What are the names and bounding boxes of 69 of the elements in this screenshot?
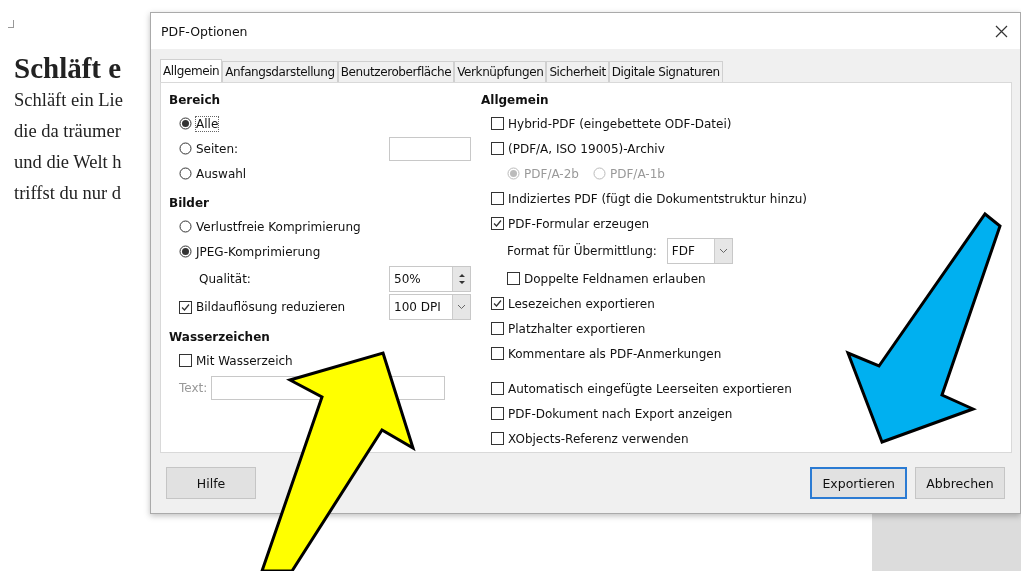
- option-label: JPEG-Komprimierung: [196, 244, 321, 259]
- field-label: Text:: [179, 381, 208, 395]
- option-label: Automatisch eingefügte Leerseiten exportieren: [508, 381, 792, 396]
- checkbox[interactable]: [491, 192, 504, 205]
- window-title: PDF-Optionen: [161, 23, 248, 39]
- option-label: Doppelte Feldnamen erlauben: [524, 271, 706, 286]
- radio-button[interactable]: [179, 167, 192, 180]
- checkbox[interactable]: [179, 300, 192, 314]
- tab[interactable]: Benutzeroberfläche: [337, 61, 455, 82]
- checkbox[interactable]: [507, 272, 520, 285]
- format-select[interactable]: FDF: [666, 238, 733, 264]
- document-text-line: die da träumer: [14, 120, 122, 143]
- checkbox[interactable]: [491, 407, 504, 420]
- option-label: Kommentare als PDF-Anmerkungen: [508, 346, 722, 361]
- quality-spinbox[interactable]: 50%: [389, 266, 471, 292]
- resolution-select[interactable]: 100 DPI: [389, 294, 471, 320]
- option-label: (PDF/A, ISO 19005)-Archiv: [508, 141, 665, 156]
- document-heading: Schläft e: [14, 52, 123, 85]
- section-heading: Wasserzeichen: [169, 329, 271, 346]
- tab[interactable]: Digitale Signaturen: [608, 61, 723, 82]
- tab[interactable]: Sicherheit: [546, 61, 609, 82]
- option-label: Alle: [196, 116, 219, 131]
- option-label: PDF/A-1b: [609, 166, 665, 181]
- option-label: PDF/A-2b: [524, 166, 579, 181]
- option-label: Seiten:: [196, 141, 239, 156]
- option-label: Mit Wasserzeich: [196, 353, 293, 368]
- option-label: Bildauflösung reduzieren: [196, 300, 346, 314]
- field-label: Format für Übermittlung:: [507, 244, 657, 258]
- checkbox[interactable]: [491, 297, 504, 310]
- option-label: Hybrid-PDF (eingebettete ODF-Datei): [508, 116, 732, 131]
- field-label: Qualität:: [199, 272, 251, 286]
- checkbox[interactable]: [491, 117, 504, 130]
- checkbox[interactable]: [491, 322, 504, 335]
- checkbox[interactable]: [491, 432, 504, 445]
- checkbox[interactable]: [491, 347, 504, 360]
- tab[interactable]: Verknüpfungen: [454, 61, 547, 82]
- radio-button[interactable]: [179, 220, 192, 233]
- checkbox[interactable]: [491, 382, 504, 395]
- tab[interactable]: Allgemein: [160, 59, 223, 82]
- document-text-line: triffst du nur d: [14, 182, 123, 205]
- caret-icon: [457, 304, 466, 310]
- pages-field[interactable]: [389, 136, 471, 161]
- section-heading: Bereich: [169, 92, 222, 109]
- close-icon: [995, 24, 1008, 38]
- section-heading: Allgemein: [481, 92, 550, 109]
- checkbox[interactable]: [491, 217, 504, 230]
- option-label: Platzhalter exportieren: [508, 321, 646, 336]
- option-label: Lesezeichen exportieren: [508, 296, 655, 311]
- section-heading: Bilder: [169, 195, 211, 212]
- tab[interactable]: Anfangsdarstellung: [222, 61, 338, 82]
- document-text-line: und die Welt h: [14, 151, 123, 174]
- option-label: PDF-Formular erzeugen: [508, 216, 650, 231]
- option-label: PDF-Dokument nach Export anzeigen: [508, 406, 733, 421]
- spin-arrows-icon: [457, 271, 466, 287]
- option-label: XObjects-Referenz verwenden: [508, 431, 689, 446]
- option-label: Indiziertes PDF (fügt die Dokumentstruktur hinzu): [508, 191, 807, 206]
- document-text-line: Schläft ein Lie: [14, 89, 124, 112]
- help-button[interactable]: Hilfe: [166, 467, 256, 499]
- radio-button[interactable]: [179, 245, 192, 258]
- export-button[interactable]: Exportieren: [810, 467, 907, 499]
- cancel-button[interactable]: Abbrechen: [915, 467, 1005, 499]
- radio-button[interactable]: [179, 117, 192, 130]
- caret-icon: [718, 248, 728, 254]
- checkbox[interactable]: [491, 142, 504, 155]
- checkbox[interactable]: [179, 354, 192, 367]
- option-label: Auswahl: [196, 166, 247, 181]
- page-corner-mark: [8, 20, 14, 28]
- option-label: Verlustfreie Komprimierung: [196, 219, 361, 234]
- radio-button[interactable]: [179, 142, 192, 155]
